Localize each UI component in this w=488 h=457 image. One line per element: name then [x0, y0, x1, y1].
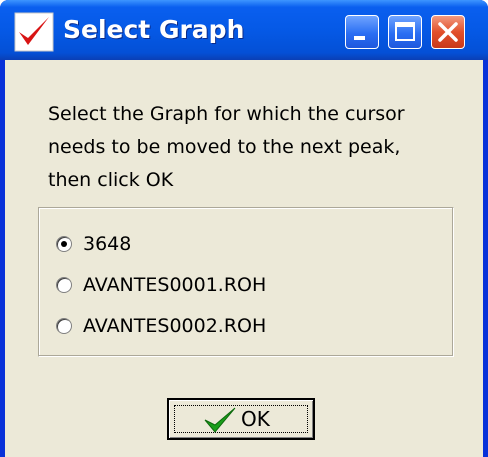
dialog-window: Select Graph Select the Graph for which …	[0, 0, 488, 457]
red-checkmark-icon	[14, 12, 54, 52]
minimize-button[interactable]	[345, 15, 379, 49]
ok-button[interactable]: OK	[167, 398, 315, 440]
radio-button[interactable]	[56, 318, 72, 334]
maximize-button[interactable]	[388, 15, 422, 49]
graph-option-avantes0002[interactable]: AVANTES0002.ROH	[52, 311, 266, 341]
instruction-line: then click OK	[48, 169, 174, 191]
close-icon	[438, 22, 458, 42]
radio-button[interactable]	[56, 277, 72, 293]
instruction-text: Select the Graph for which the cursor ne…	[48, 98, 448, 197]
ok-label: OK	[241, 407, 270, 431]
close-button[interactable]	[431, 15, 465, 49]
radio-label[interactable]: AVANTES0001.ROH	[83, 274, 266, 296]
green-checkmark-icon	[204, 407, 236, 433]
instruction-line: needs to be moved to the next peak,	[48, 136, 401, 158]
radio-label[interactable]: AVANTES0002.ROH	[83, 315, 266, 337]
radio-button[interactable]	[56, 236, 72, 252]
radio-label[interactable]: 3648	[83, 233, 131, 255]
title-bar[interactable]: Select Graph	[0, 0, 488, 60]
graph-option-3648[interactable]: 3648	[52, 229, 131, 259]
graph-option-avantes0001[interactable]: AVANTES0001.ROH	[52, 270, 266, 300]
instruction-line: Select the Graph for which the cursor	[48, 103, 405, 125]
minimize-icon	[354, 36, 365, 40]
maximize-icon	[395, 22, 415, 41]
window-title: Select Graph	[63, 15, 245, 44]
